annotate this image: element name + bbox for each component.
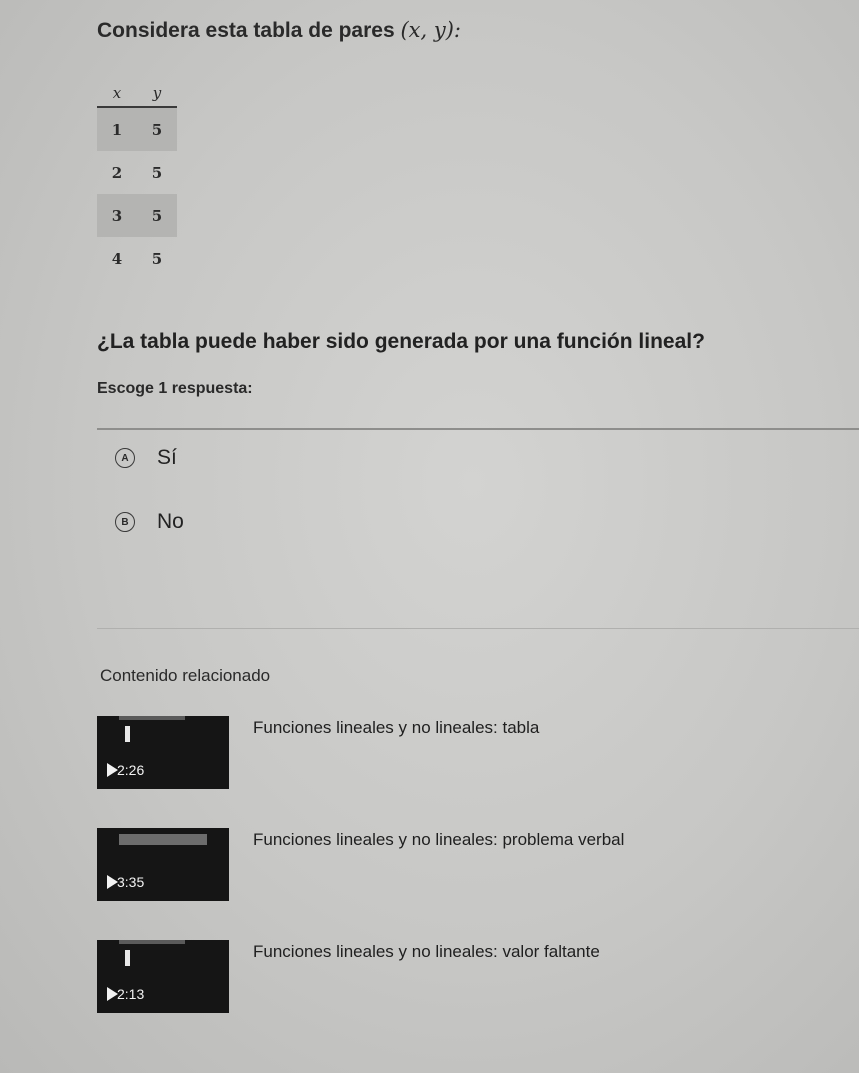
choice-a-radio[interactable]: A bbox=[115, 448, 135, 468]
pairs-table: x y 1 5 2 5 3 5 4 5 bbox=[97, 80, 177, 280]
choice-a-label: Sí bbox=[157, 446, 177, 469]
video-thumbnail[interactable]: 2:26 bbox=[97, 716, 229, 789]
choices-divider-bottom bbox=[97, 628, 859, 629]
table-cell: 3 bbox=[97, 194, 137, 237]
thumbnail-graphic bbox=[125, 726, 130, 742]
table-cell: 4 bbox=[111, 249, 123, 268]
thumbnail-graphic bbox=[119, 834, 207, 845]
video-title-link[interactable]: Funciones lineales y no lineales: valor … bbox=[253, 942, 600, 962]
choice-b-radio[interactable]: B bbox=[115, 512, 135, 532]
video-duration: 2:26 bbox=[117, 762, 145, 778]
thumbnail-graphic bbox=[119, 716, 185, 720]
related-content-title: Contenido relacionado bbox=[100, 666, 271, 685]
table-cell: 1 bbox=[97, 107, 137, 151]
choice-a[interactable]: A Sí bbox=[115, 446, 177, 470]
table-cell: 5 bbox=[151, 163, 163, 182]
table-row: 3 5 bbox=[97, 194, 177, 237]
video-thumbnail[interactable]: 3:35 bbox=[97, 828, 229, 901]
question-header: Considera esta tabla de pares (x, y): bbox=[97, 18, 461, 43]
table-cell: 2 bbox=[111, 163, 123, 182]
choice-b-label: No bbox=[157, 510, 184, 533]
video-duration: 3:35 bbox=[117, 874, 145, 890]
video-thumbnail[interactable]: 2:13 bbox=[97, 940, 229, 1013]
choice-b[interactable]: B No bbox=[115, 510, 184, 534]
video-title-link[interactable]: Funciones lineales y no lineales: tabla bbox=[253, 718, 539, 738]
answer-instructions: Escoge 1 respuesta: bbox=[97, 380, 253, 397]
table-row: 2 5 bbox=[97, 151, 177, 194]
video-title-link[interactable]: Funciones lineales y no lineales: proble… bbox=[253, 830, 624, 850]
table-row: 1 5 bbox=[97, 107, 177, 151]
table-cell: 5 bbox=[137, 107, 177, 151]
table-cell: 5 bbox=[137, 194, 177, 237]
question-header-text: Considera esta tabla de pares bbox=[97, 19, 395, 42]
table-header-x: x bbox=[97, 80, 137, 108]
choices-divider-top bbox=[97, 428, 859, 430]
video-duration: 2:13 bbox=[117, 986, 145, 1002]
question-prompt: ¿La tabla puede haber sido generada por … bbox=[97, 330, 705, 353]
table-header-y: y bbox=[137, 80, 177, 108]
table-header-row: x y bbox=[97, 80, 177, 108]
question-header-math: (x, y): bbox=[400, 18, 461, 42]
thumbnail-graphic bbox=[119, 940, 185, 944]
thumbnail-graphic bbox=[125, 950, 130, 966]
table-row: 4 5 bbox=[97, 237, 177, 280]
table-cell: 5 bbox=[151, 249, 163, 268]
